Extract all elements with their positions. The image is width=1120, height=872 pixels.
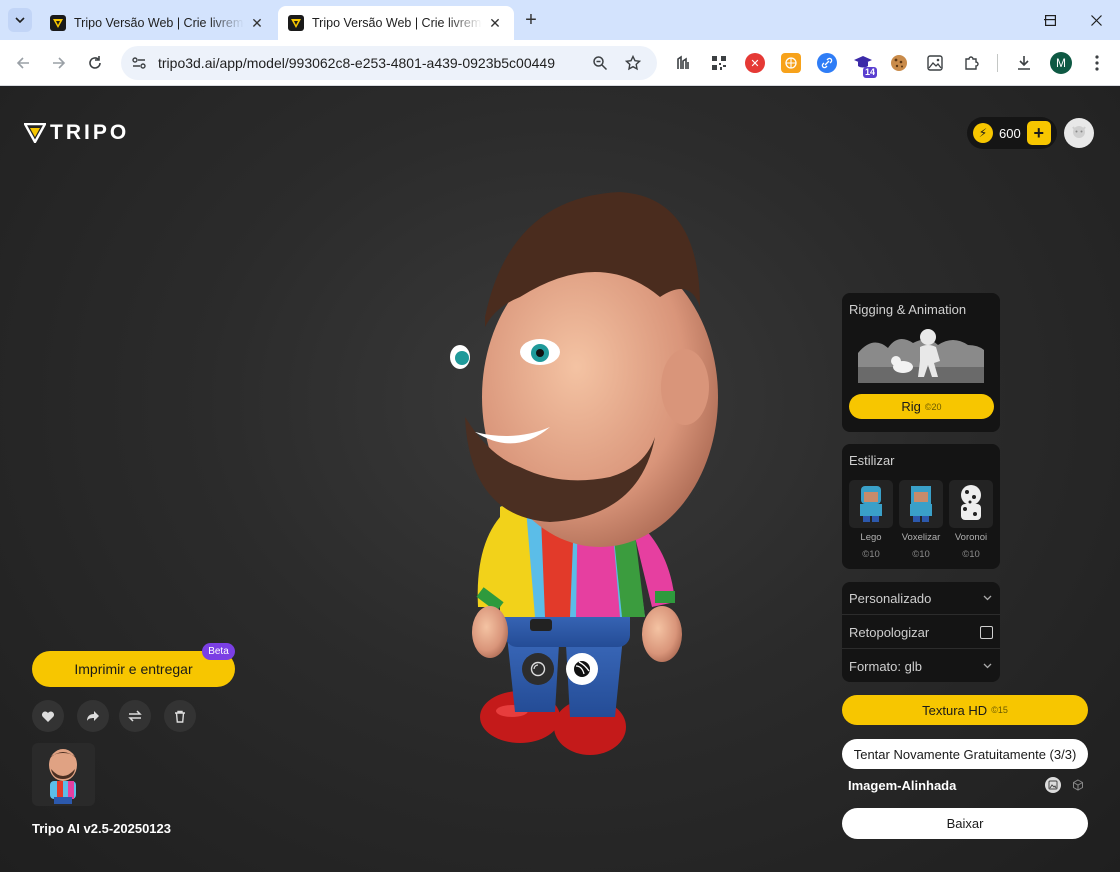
browser-toolbar: tripo3d.ai/app/model/993062c8-e253-4801-… xyxy=(0,40,1120,86)
zoom-icon[interactable] xyxy=(590,53,610,73)
tab-title: Tripo Versão Web | Crie livremente xyxy=(312,16,482,30)
browser-tab-strip: Tripo Versão Web | Crie livremente ✕ Tri… xyxy=(0,0,1120,40)
rig-button[interactable]: Rig ©20 xyxy=(849,394,994,419)
voxel-preview-icon xyxy=(899,480,943,528)
user-avatar-icon xyxy=(1072,126,1086,138)
hd-texture-label: Textura HD xyxy=(922,702,988,718)
format-label: Formato: glb xyxy=(849,659,922,674)
style-voronoi-option[interactable]: Voronoi ©10 xyxy=(949,480,993,560)
toolbar-divider xyxy=(997,54,998,72)
tripo-logo-icon xyxy=(24,123,46,143)
style-lego-option[interactable]: Lego ©10 xyxy=(849,480,893,560)
tab-search-button[interactable] xyxy=(8,8,32,32)
regenerate-swap-icon[interactable] xyxy=(119,700,151,732)
credits-widget[interactable]: ⚡ 600 + xyxy=(967,117,1057,149)
credit-balance: 600 xyxy=(999,125,1021,141)
tab-title: Tripo Versão Web | Crie livremente xyxy=(74,16,244,30)
extension-badge: 14 xyxy=(862,67,877,78)
close-window-icon[interactable] xyxy=(1073,0,1119,40)
beta-badge: Beta xyxy=(202,643,235,660)
graduation-cap-icon[interactable]: 14 xyxy=(853,53,877,78)
custom-options-label: Personalizado xyxy=(849,591,932,606)
image-mode-icon[interactable] xyxy=(1045,777,1061,793)
voronoi-preview-icon xyxy=(949,480,993,528)
textured-sphere-icon xyxy=(574,661,590,677)
extension-tools-icon[interactable] xyxy=(673,53,693,73)
like-heart-icon[interactable] xyxy=(32,700,64,732)
link-extension-icon[interactable] xyxy=(817,53,837,73)
reload-icon[interactable] xyxy=(81,49,109,77)
tab-close-icon[interactable]: ✕ xyxy=(486,14,504,32)
hd-texture-button[interactable]: Textura HD ©15 xyxy=(842,695,1088,725)
retopology-option[interactable]: Retopologizar xyxy=(842,616,1000,649)
sphere-outline-icon xyxy=(530,661,546,677)
style-label: Voronoi xyxy=(954,532,988,543)
tripo-favicon-icon xyxy=(50,15,66,31)
style-label: Lego xyxy=(860,532,882,543)
extensions-puzzle-icon[interactable] xyxy=(961,53,981,73)
profile-avatar[interactable]: M xyxy=(1050,52,1072,74)
style-label: Voxelizar xyxy=(901,532,941,543)
retry-free-button[interactable]: Tentar Novamente Gratuitamente (3/3) xyxy=(842,739,1088,769)
style-cost: ©10 xyxy=(962,549,980,560)
add-credits-button[interactable]: + xyxy=(1026,121,1051,145)
forward-arrow-icon[interactable] xyxy=(45,49,73,77)
stylize-title: Estilizar xyxy=(849,453,895,468)
view-mode-textured-button[interactable] xyxy=(566,653,598,685)
maximize-window-icon[interactable] xyxy=(1027,0,1073,40)
lego-preview-icon xyxy=(849,480,893,528)
qr-code-icon[interactable] xyxy=(709,53,729,73)
browser-tab-1[interactable]: Tripo Versão Web | Crie livremente ✕ xyxy=(40,6,276,40)
address-bar[interactable]: tripo3d.ai/app/model/993062c8-e253-4801-… xyxy=(121,46,657,80)
rigging-panel: Rigging & Animation Rig ©20 xyxy=(842,293,1000,432)
view-mode-shaded-button[interactable] xyxy=(522,653,554,685)
format-dropdown[interactable]: Formato: glb xyxy=(842,650,1000,682)
back-arrow-icon[interactable] xyxy=(9,49,37,77)
url-text[interactable]: tripo3d.ai/app/model/993062c8-e253-4801-… xyxy=(158,55,555,71)
site-settings-icon[interactable] xyxy=(129,53,149,73)
cookie-icon[interactable] xyxy=(889,53,909,73)
browser-menu-icon[interactable] xyxy=(1087,53,1107,73)
style-voxel-option[interactable]: Voxelizar ©10 xyxy=(899,480,943,560)
image-icon[interactable] xyxy=(925,53,945,73)
model-cube-icon[interactable] xyxy=(1071,778,1085,792)
chevron-down-icon xyxy=(15,17,25,23)
custom-options-dropdown[interactable]: Personalizado xyxy=(842,582,1000,615)
share-arrow-icon[interactable] xyxy=(77,700,109,732)
style-cost: ©10 xyxy=(912,549,930,560)
tripo-favicon-icon xyxy=(288,15,304,31)
retopology-label: Retopologizar xyxy=(849,625,930,640)
tab-close-icon[interactable]: ✕ xyxy=(248,14,266,32)
retopology-checkbox[interactable] xyxy=(980,626,993,639)
bookmark-star-icon[interactable] xyxy=(623,53,643,73)
3d-model-viewport[interactable] xyxy=(400,187,720,787)
source-image-thumbnail[interactable] xyxy=(32,743,95,806)
browser-tab-2[interactable]: Tripo Versão Web | Crie livremente ✕ xyxy=(278,6,514,40)
download-button[interactable]: Baixar xyxy=(842,808,1088,839)
tripo-app: TRIPO ⚡ 600 + Imprimir e entregar Beta T… xyxy=(0,87,1120,872)
export-options-panel: Personalizado Retopologizar Formato: glb xyxy=(842,582,1000,682)
rig-button-label: Rig xyxy=(901,399,921,414)
rigging-title: Rigging & Animation xyxy=(849,302,967,317)
user-avatar[interactable] xyxy=(1064,118,1094,148)
tripo-logo[interactable]: TRIPO xyxy=(24,121,129,145)
delete-trash-icon[interactable] xyxy=(164,700,196,732)
chevron-down-icon xyxy=(983,592,992,604)
orange-extension-icon[interactable] xyxy=(781,53,801,73)
style-cost: ©10 xyxy=(862,549,880,560)
hd-texture-cost: ©15 xyxy=(991,705,1008,715)
brand-name: TRIPO xyxy=(50,121,130,144)
blocker-extension-icon[interactable]: ✕ xyxy=(745,53,765,73)
new-tab-button[interactable]: + xyxy=(520,9,542,31)
rig-cost: ©20 xyxy=(924,401,942,412)
aligned-image-label: Imagem-Alinhada xyxy=(848,778,957,793)
download-icon[interactable] xyxy=(1014,53,1034,73)
stylize-panel: Estilizar Lego ©10 Voxelizar ©10 Voronoi… xyxy=(842,444,1000,569)
model-version-label: Tripo AI v2.5-20250123 xyxy=(32,821,171,836)
chevron-down-icon xyxy=(983,660,992,672)
lightning-icon: ⚡ xyxy=(973,123,993,143)
rigging-illustration xyxy=(858,329,984,383)
